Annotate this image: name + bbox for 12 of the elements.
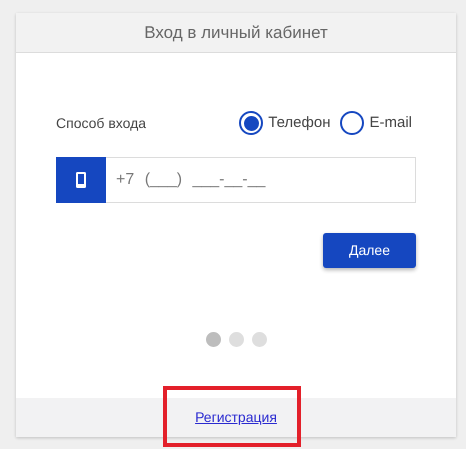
option-label: E-mail — [369, 112, 412, 133]
radio-option[interactable]: E-mail — [340, 111, 412, 135]
radio-button[interactable] — [340, 111, 364, 135]
radio-option[interactable]: Телефон — [239, 111, 330, 135]
register-link[interactable]: Регистрация — [195, 407, 277, 428]
card-title: Вход в личный кабинет — [144, 22, 328, 44]
field-label: Способ входа — [56, 114, 146, 133]
phone-field[interactable]: +7 (___) ___-__-__ — [106, 157, 416, 203]
option-label: Телефон — [268, 112, 330, 133]
radio-button[interactable] — [239, 111, 264, 135]
phone-icon — [76, 172, 86, 188]
next-button[interactable]: Далее — [323, 233, 416, 268]
